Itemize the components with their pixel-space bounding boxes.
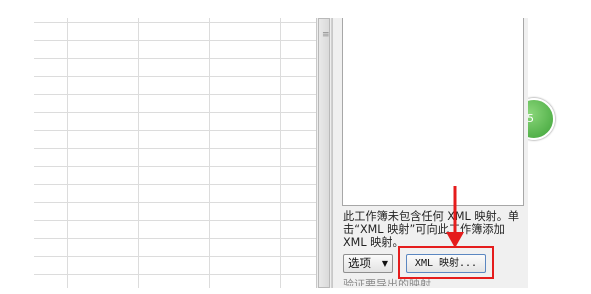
highlight-box <box>398 246 494 279</box>
column-line <box>209 18 210 288</box>
column-line <box>67 18 68 288</box>
row-line <box>34 202 316 203</box>
row-line <box>34 22 316 23</box>
row-line <box>34 274 316 275</box>
xml-map-tree[interactable] <box>342 18 524 206</box>
row-line <box>34 166 316 167</box>
row-line <box>34 184 316 185</box>
row-line <box>34 220 316 221</box>
floating-badge[interactable]: 55 <box>528 98 555 140</box>
options-button[interactable]: 选项 ▼ <box>343 254 393 273</box>
no-maps-message: 此工作簿未包含任何 XML 映射。单击“XML 映射”可向此工作簿添加 XML … <box>343 210 520 249</box>
row-line <box>34 148 316 149</box>
dropdown-arrow-icon: ▼ <box>381 259 388 268</box>
verify-export-text: 验证要导出的映射 <box>343 278 431 286</box>
row-line <box>34 94 316 95</box>
spreadsheet-grid[interactable] <box>34 18 316 288</box>
badge-container: 55 <box>528 90 591 150</box>
row-line <box>34 76 316 77</box>
annotation-arrow-icon <box>446 186 464 248</box>
row-line <box>34 256 316 257</box>
scrollbar-thumb[interactable]: ≡ <box>318 18 330 288</box>
row-line <box>34 112 316 113</box>
column-line <box>280 18 281 288</box>
row-line <box>34 130 316 131</box>
row-line <box>34 238 316 239</box>
row-line <box>34 58 316 59</box>
column-line <box>138 18 139 288</box>
options-button-label: 选项 <box>348 256 371 270</box>
arrow-head <box>446 232 464 248</box>
vertical-scrollbar[interactable]: ≡ <box>316 18 332 288</box>
grip-icon: ≡ <box>322 30 330 40</box>
row-line <box>34 40 316 41</box>
